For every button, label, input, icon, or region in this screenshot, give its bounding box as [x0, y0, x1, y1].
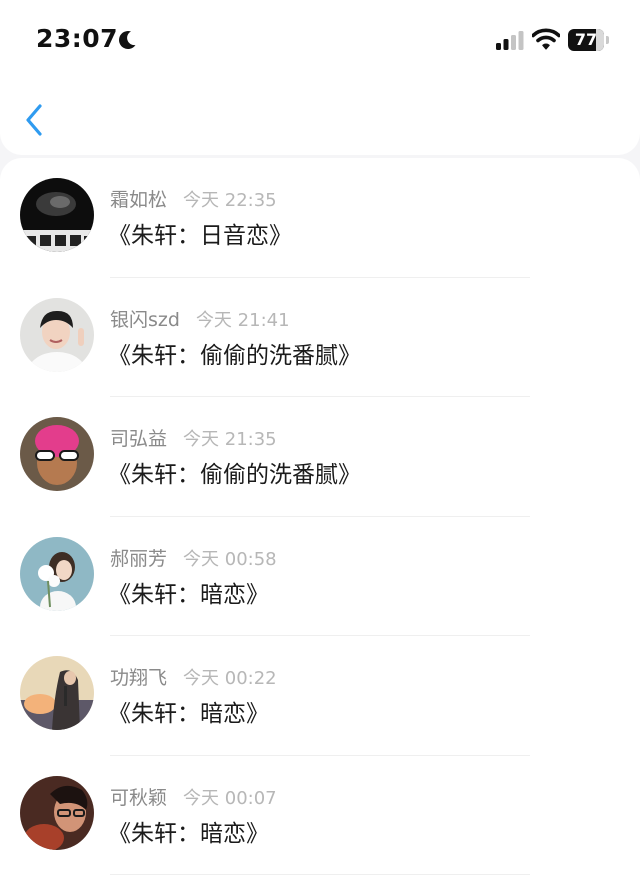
back-button[interactable]: [18, 100, 52, 140]
list-item[interactable]: 可秋颖 今天 00:07 《朱轩：暗恋》: [0, 756, 640, 876]
message-meta: 霜如松 今天 22:35: [110, 187, 277, 213]
wifi-icon: [531, 28, 561, 50]
chevron-left-icon: [26, 104, 42, 136]
sender-name[interactable]: 郝丽芳: [110, 548, 167, 570]
battery-tip: [606, 36, 609, 44]
message-time: 今天 00:07: [183, 787, 277, 809]
message-meta: 司弘益 今天 21:35: [110, 426, 277, 452]
list-item[interactable]: 银闪szd 今天 21:41 《朱轩：偷偷的洗番腻》: [0, 278, 640, 398]
message-time: 今天 22:35: [183, 190, 277, 211]
status-time: 23:07: [36, 24, 119, 53]
status-bar: 23:07 77: [0, 0, 640, 80]
cellular-signal-icon: [496, 30, 524, 50]
avatar[interactable]: [20, 178, 94, 252]
message-time: 今天 21:41: [195, 309, 290, 331]
header-card: 23:07 77: [0, 0, 640, 155]
battery-level-text: 77: [574, 30, 598, 49]
message-time: 今天 00:58: [183, 548, 277, 570]
avatar[interactable]: [20, 297, 94, 372]
sender-name[interactable]: 银闪szd: [110, 309, 180, 331]
avatar[interactable]: [20, 656, 94, 730]
sender-name[interactable]: 可秋颖: [110, 787, 167, 809]
song-title[interactable]: 《朱轩：偷偷的洗番腻》: [108, 455, 361, 489]
message-list: 霜如松 今天 22:35 《朱轩：日音恋》 银闪szd 今天 21:41 《朱轩：偷…: [0, 158, 640, 881]
message-meta: 郝丽芳 今天 00:58: [110, 546, 277, 572]
song-title[interactable]: 《朱轩：日音恋》: [108, 216, 292, 250]
list-item[interactable]: 功翔飞 今天 00:22 《朱轩：暗恋》: [0, 636, 640, 756]
list-item[interactable]: 霜如松 今天 22:35 《朱轩：日音恋》: [0, 158, 640, 278]
sender-name[interactable]: 功翔飞: [110, 667, 167, 689]
message-meta: 银闪szd 今天 21:41: [110, 307, 290, 333]
avatar[interactable]: [20, 775, 94, 850]
moon-icon: [116, 29, 138, 51]
sender-name[interactable]: 司弘益: [110, 428, 167, 450]
song-title[interactable]: 《朱轩：暗恋》: [108, 814, 269, 848]
message-meta: 可秋颖 今天 00:07: [110, 785, 277, 811]
song-title[interactable]: 《朱轩：偷偷的洗番腻》: [108, 336, 361, 370]
message-meta: 功翔飞 今天 00:22: [110, 665, 277, 691]
list-item[interactable]: 司弘益 今天 21:35 《朱轩：偷偷的洗番腻》: [0, 397, 640, 517]
avatar[interactable]: [20, 536, 94, 611]
sender-name[interactable]: 霜如松: [110, 189, 167, 211]
list-item[interactable]: 郝丽芳 今天 00:58 《朱轩：暗恋》: [0, 517, 640, 637]
battery-icon: 77: [568, 29, 612, 51]
avatar[interactable]: [20, 417, 94, 491]
message-time: 今天 21:35: [183, 429, 277, 450]
message-time: 今天 00:22: [183, 668, 277, 689]
battery-body: 77: [568, 29, 604, 51]
song-title[interactable]: 《朱轩：暗恋》: [108, 575, 269, 609]
song-title[interactable]: 《朱轩：暗恋》: [108, 694, 269, 728]
